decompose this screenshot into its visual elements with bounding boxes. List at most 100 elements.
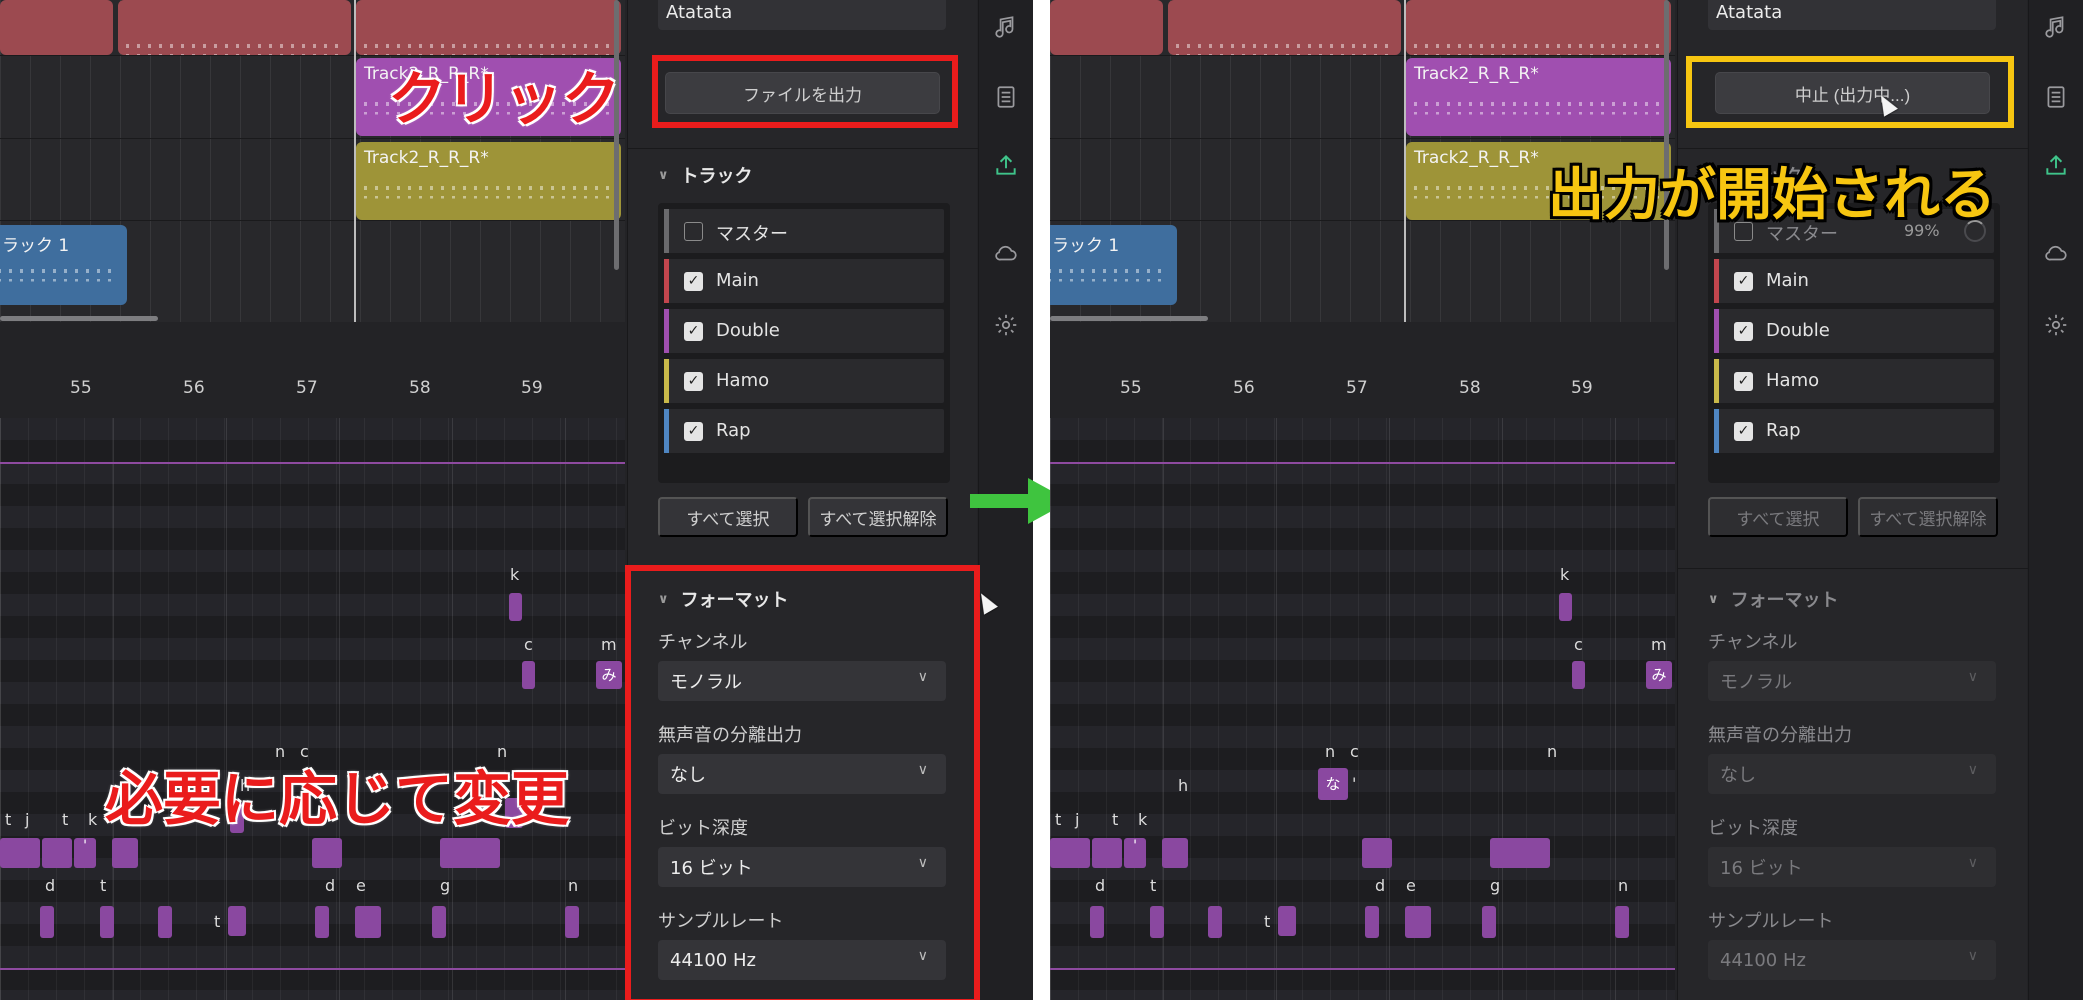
note[interactable]	[0, 838, 40, 868]
note-grid[interactable]	[1050, 418, 1675, 1000]
note[interactable]: み	[1646, 661, 1672, 689]
tracks-section-header[interactable]: ∨ トラック	[658, 162, 753, 188]
clip-double[interactable]: Track2_R_R_R*	[1406, 58, 1671, 136]
export-name-field[interactable]: Atatata	[1708, 0, 1996, 30]
track-checkbox[interactable]: ✓	[1734, 372, 1753, 391]
sample-rate-select[interactable]: 44100 Hz ∨	[658, 940, 946, 980]
note[interactable]	[1362, 838, 1392, 868]
track-checkbox[interactable]	[684, 222, 703, 241]
piano-roll[interactable]: 55 56 57 58 59 k c m み n c n h t j t k '	[0, 328, 625, 1000]
note[interactable]: '	[74, 838, 96, 868]
track-checkbox[interactable]: ✓	[1734, 272, 1753, 291]
note-grid[interactable]	[0, 418, 625, 1000]
export-icon[interactable]	[993, 152, 1019, 178]
clip-main-a[interactable]	[1050, 0, 1163, 55]
note[interactable]	[228, 906, 246, 936]
music-note-icon[interactable]	[2043, 14, 2069, 40]
track-row-main[interactable]: ✓ Main	[1714, 259, 1994, 303]
track-row-rap[interactable]: ✓ Rap	[664, 409, 944, 453]
silence-split-select[interactable]: なし ∨	[1708, 754, 1996, 794]
clip-main-c[interactable]	[356, 0, 621, 55]
deselect-all-button[interactable]: すべて選択解除	[808, 497, 948, 537]
track-row-main[interactable]: ✓ Main	[664, 259, 944, 303]
cloud-icon[interactable]	[2043, 240, 2069, 266]
note[interactable]	[1482, 906, 1496, 938]
silence-split-select[interactable]: なし ∨	[658, 754, 946, 794]
track-checkbox[interactable]: ✓	[684, 322, 703, 341]
note[interactable]	[315, 906, 329, 938]
export-icon[interactable]	[2043, 152, 2069, 178]
timeline-ruler[interactable]: 55 56 57 58 59	[0, 328, 625, 418]
notebook-icon[interactable]	[2043, 84, 2069, 110]
music-note-icon[interactable]	[993, 14, 1019, 40]
note[interactable]	[100, 906, 114, 938]
clip-rap[interactable]: ラック 1	[0, 225, 127, 305]
track-row-hamo[interactable]: ✓ Hamo	[1714, 359, 1994, 403]
select-all-button[interactable]: すべて選択	[1708, 497, 1848, 537]
note[interactable]	[1092, 838, 1122, 868]
clip-hamo[interactable]: Track2_R_R_R*	[356, 142, 621, 220]
track-checkbox[interactable]: ✓	[684, 422, 703, 441]
track-row-hamo[interactable]: ✓ Hamo	[664, 359, 944, 403]
note[interactable]	[1559, 593, 1572, 621]
timeline-ruler[interactable]: 55 56 57 58 59	[1050, 328, 1675, 418]
note[interactable]: み	[596, 661, 622, 689]
playhead[interactable]	[1404, 0, 1406, 322]
clip-main-b[interactable]	[1168, 0, 1401, 55]
note[interactable]	[158, 906, 172, 938]
note[interactable]	[440, 838, 500, 868]
clip-main-c[interactable]	[1406, 0, 1671, 55]
note[interactable]	[509, 593, 522, 621]
note[interactable]	[355, 906, 381, 938]
note[interactable]	[1365, 906, 1379, 938]
note[interactable]	[1090, 906, 1104, 938]
cancel-export-button[interactable]: 中止 (出力中...)	[1715, 72, 1990, 114]
clip-rap[interactable]: ラック 1	[1050, 225, 1177, 305]
note[interactable]	[1150, 906, 1164, 938]
sample-rate-select[interactable]: 44100 Hz ∨	[1708, 940, 1996, 980]
cloud-icon[interactable]	[993, 240, 1019, 266]
track-row-master[interactable]: マスター	[664, 209, 944, 253]
select-all-button[interactable]: すべて選択	[658, 497, 798, 537]
channel-select[interactable]: モノラル ∨	[658, 661, 946, 701]
note[interactable]	[40, 906, 54, 938]
note[interactable]	[42, 838, 72, 868]
note[interactable]	[312, 838, 342, 868]
note[interactable]	[432, 906, 446, 938]
channel-select[interactable]: モノラル ∨	[1708, 661, 1996, 701]
note[interactable]	[1572, 661, 1585, 689]
note[interactable]: な	[1318, 768, 1348, 800]
note[interactable]	[565, 906, 579, 938]
arrangement-view[interactable]: Track2_R_R_R* Track2_R_R_R* ラック 1	[0, 0, 625, 322]
note[interactable]	[1162, 838, 1188, 868]
note[interactable]	[1208, 906, 1222, 938]
horizontal-scrollbar[interactable]	[1050, 316, 1208, 321]
export-name-field[interactable]: Atatata	[658, 0, 946, 30]
track-checkbox[interactable]: ✓	[1734, 322, 1753, 341]
bit-depth-select[interactable]: 16 ビット ∨	[1708, 847, 1996, 887]
note[interactable]	[1278, 906, 1296, 936]
track-checkbox[interactable]: ✓	[684, 272, 703, 291]
note[interactable]	[522, 661, 535, 689]
playhead[interactable]	[354, 0, 356, 322]
note[interactable]: '	[1124, 838, 1146, 868]
gear-icon[interactable]	[2043, 312, 2069, 338]
export-file-button[interactable]: ファイルを出力	[665, 72, 940, 114]
gear-icon[interactable]	[993, 312, 1019, 338]
track-row-double[interactable]: ✓ Double	[664, 309, 944, 353]
note[interactable]	[1050, 838, 1090, 868]
track-checkbox[interactable]: ✓	[1734, 422, 1753, 441]
track-row-double[interactable]: ✓ Double	[1714, 309, 1994, 353]
piano-roll[interactable]: 55 56 57 58 59 k c m み n c な ' n h t j t…	[1050, 328, 1675, 1000]
note[interactable]	[1615, 906, 1629, 938]
clip-main-b[interactable]	[118, 0, 351, 55]
note[interactable]	[112, 838, 138, 868]
format-section-header[interactable]: ∨ フォーマット	[658, 586, 789, 612]
deselect-all-button[interactable]: すべて選択解除	[1858, 497, 1998, 537]
track-checkbox[interactable]: ✓	[684, 372, 703, 391]
notebook-icon[interactable]	[993, 84, 1019, 110]
format-section-header[interactable]: ∨ フォーマット	[1708, 586, 1839, 612]
track-row-rap[interactable]: ✓ Rap	[1714, 409, 1994, 453]
bit-depth-select[interactable]: 16 ビット ∨	[658, 847, 946, 887]
note[interactable]	[1405, 906, 1431, 938]
